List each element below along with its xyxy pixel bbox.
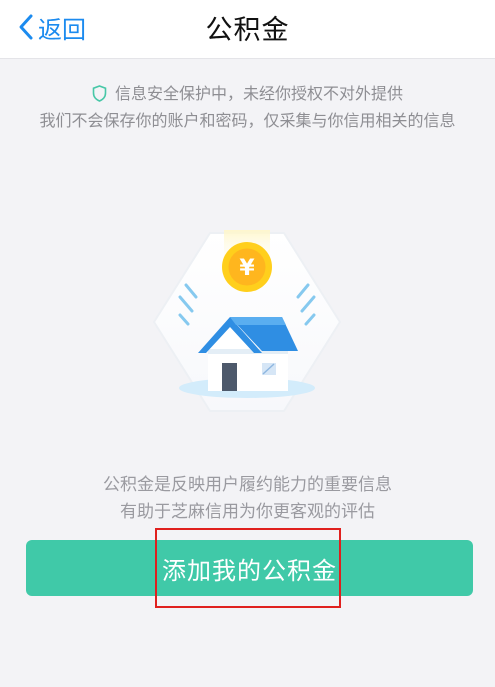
notice-line2: 我们不会保存你的账户和密码，仅采集与你信用相关的信息: [39, 111, 456, 130]
yuan-coin-icon: ¥: [222, 242, 272, 292]
description: 公积金是反映用户履约能力的重要信息 有助于芝麻信用为你更客观的评估: [0, 472, 495, 526]
notice-line1: 信息安全保护中，未经你授权不对外提供: [114, 84, 403, 103]
page-title: 公积金: [205, 15, 290, 46]
add-fund-button[interactable]: 添加我的公积金: [26, 540, 473, 596]
shield-icon: [92, 85, 107, 102]
description-line1: 公积金是反映用户履约能力的重要信息: [103, 475, 392, 495]
nav-bar: 返回 公积金: [0, 0, 495, 59]
description-line2: 有助于芝麻信用为你更客观的评估: [120, 502, 375, 522]
fund-illustration: ¥: [153, 230, 341, 412]
coin-symbol: ¥: [239, 256, 255, 281]
security-notice: 信息安全保护中，未经你授权不对外提供 我们不会保存你的账户和密码，仅采集与你信用…: [0, 80, 495, 134]
